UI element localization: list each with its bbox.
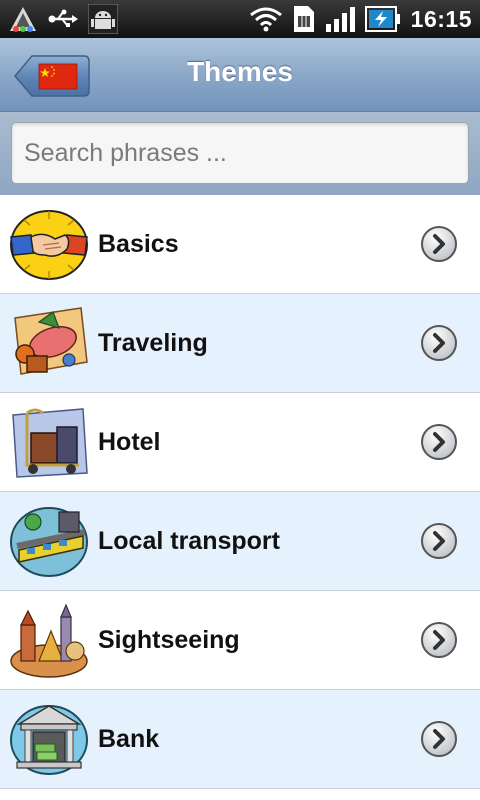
list-item-traveling[interactable]: Traveling: [0, 294, 480, 393]
status-bar-left: [8, 4, 118, 34]
list-item-hotel[interactable]: Hotel: [0, 393, 480, 492]
list-item-label: Sightseeing: [98, 626, 240, 654]
notification-triangle-icon: [8, 5, 38, 33]
chevron-right-icon[interactable]: [420, 225, 458, 263]
list-item-bank[interactable]: Bank: [0, 690, 480, 789]
list-item-label: Traveling: [98, 329, 208, 357]
list-item-local-transport[interactable]: Local transport: [0, 492, 480, 591]
signal-icon: [325, 6, 355, 32]
header-bar: Themes: [0, 38, 480, 112]
list-item-label: Bank: [98, 725, 160, 753]
android-debug-icon: [88, 4, 118, 34]
list-item-basics[interactable]: Basics: [0, 195, 480, 294]
handshake-icon: [9, 205, 91, 283]
usb-icon: [48, 8, 78, 30]
train-icon: [9, 502, 91, 580]
status-bar: 16:15: [0, 0, 480, 38]
list-item-label: Basics: [98, 230, 179, 258]
search-input[interactable]: [11, 122, 469, 184]
chevron-right-icon[interactable]: [420, 720, 458, 758]
wifi-icon: [249, 6, 283, 32]
chevron-right-icon[interactable]: [420, 423, 458, 461]
page-title: Themes: [187, 56, 293, 87]
landmarks-icon: [9, 601, 91, 679]
battery-charging-icon: [364, 6, 401, 32]
status-bar-right: 16:15: [249, 5, 472, 33]
chevron-right-icon[interactable]: [420, 522, 458, 560]
status-bar-clock: 16:15: [410, 5, 472, 32]
search-area: [0, 112, 480, 195]
travel-items-icon: [9, 304, 91, 382]
theme-list: Basics Traveling Hotel Local transport S…: [0, 195, 480, 789]
list-item-label: Local transport: [98, 527, 280, 555]
bank-building-icon: [9, 700, 91, 778]
list-item-sightseeing[interactable]: Sightseeing: [0, 591, 480, 690]
list-item-label: Hotel: [98, 428, 161, 456]
luggage-cart-icon: [9, 403, 91, 481]
chevron-right-icon[interactable]: [420, 621, 458, 659]
chevron-right-icon[interactable]: [420, 324, 458, 362]
sim-icon: [293, 5, 315, 33]
